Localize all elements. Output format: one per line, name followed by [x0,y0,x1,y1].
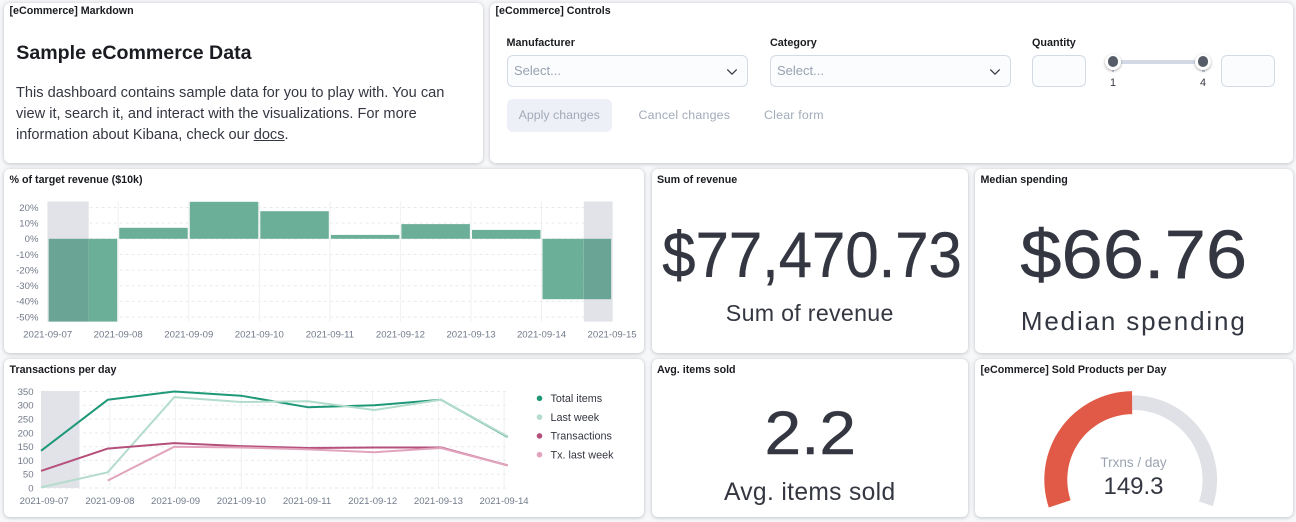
svg-text:2021-09-11: 2021-09-11 [283,496,331,507]
svg-text:2021-09-10: 2021-09-10 [217,496,266,507]
svg-text:-50%: -50% [16,312,39,323]
svg-text:2021-09-13: 2021-09-13 [446,329,495,340]
svg-text:2021-09-14: 2021-09-14 [517,329,567,340]
svg-text:Last week: Last week [551,411,600,423]
svg-text:-30%: -30% [16,281,39,292]
svg-text:2021-09-12: 2021-09-12 [376,329,425,340]
svg-text:2021-09-08: 2021-09-08 [94,329,143,340]
svg-text:0%: 0% [25,234,39,245]
svg-text:100: 100 [18,455,34,466]
svg-text:20%: 20% [19,202,39,213]
svg-text:2021-09-07: 2021-09-07 [20,496,69,507]
svg-text:0: 0 [28,483,33,494]
svg-text:2021-09-15: 2021-09-15 [588,329,637,340]
svg-text:2021-09-09: 2021-09-09 [164,329,213,340]
svg-text:-40%: -40% [16,296,39,307]
svg-text:2021-09-13: 2021-09-13 [414,496,463,507]
svg-text:10%: 10% [19,218,39,229]
svg-text:50: 50 [23,469,34,480]
svg-text:2021-09-08: 2021-09-08 [85,496,134,507]
svg-text:250: 250 [18,414,34,425]
svg-text:-10%: -10% [16,249,39,260]
svg-text:300: 300 [18,400,34,411]
svg-text:2021-09-07: 2021-09-07 [23,329,72,340]
svg-text:350: 350 [18,386,34,397]
svg-text:Tx. last week: Tx. last week [551,449,615,461]
svg-text:2021-09-10: 2021-09-10 [235,329,284,340]
svg-text:Total items: Total items [551,393,603,405]
svg-text:150: 150 [18,442,34,453]
svg-text:2021-09-09: 2021-09-09 [151,496,200,507]
svg-text:200: 200 [18,428,34,439]
svg-text:2021-09-12: 2021-09-12 [348,496,397,507]
svg-text:2021-09-14: 2021-09-14 [480,496,530,507]
svg-text:Transactions: Transactions [551,430,613,442]
svg-text:2021-09-11: 2021-09-11 [306,329,354,340]
svg-text:-20%: -20% [16,265,39,276]
